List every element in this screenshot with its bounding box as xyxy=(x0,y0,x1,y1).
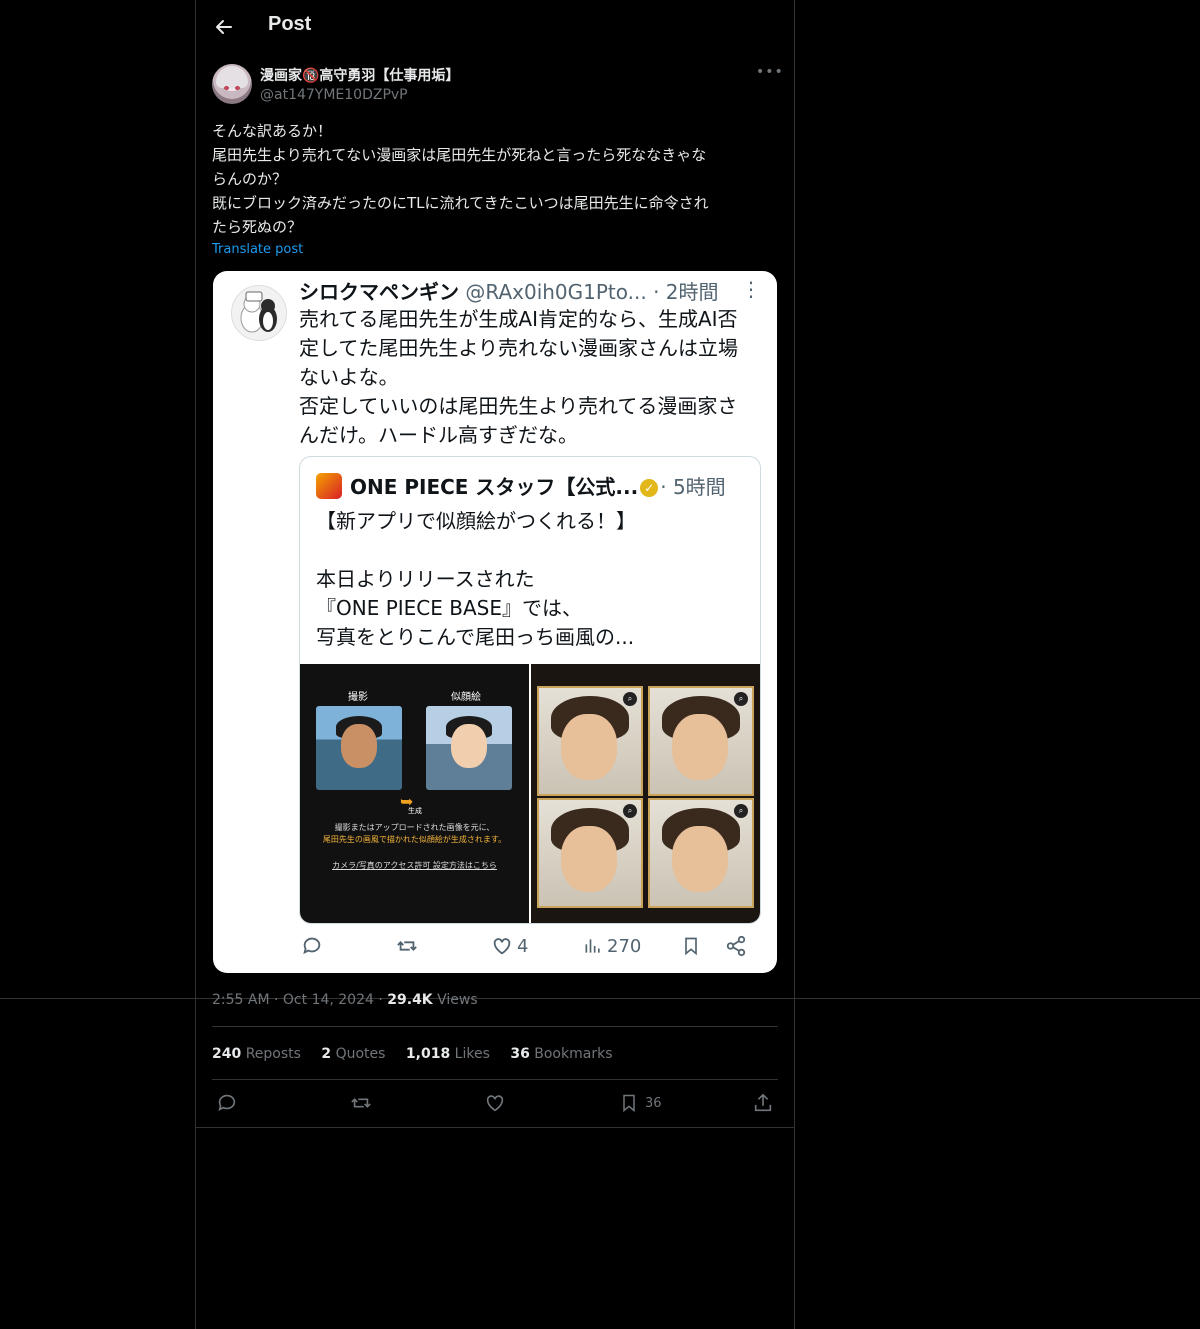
inner-line: 『ONE PIECE BASE』では、 xyxy=(316,596,582,620)
quote-line: んだけ。ハードル高すぎだな。 xyxy=(299,423,578,447)
post-column: Post 漫画家🔞高守勇羽【仕事用垢】 @at147YME10DZPvP •••… xyxy=(195,0,795,1329)
caption-line: 尾田先生の画風で描かれた似顔絵が生成されます。 xyxy=(322,835,507,844)
portrait-tile: ⌕ xyxy=(648,798,754,908)
divider xyxy=(212,1026,778,1027)
quote-time: · 2時間 xyxy=(653,280,719,304)
page-title: Post xyxy=(268,13,312,35)
divider xyxy=(212,1079,778,1080)
share-button[interactable] xyxy=(752,1092,774,1114)
post-line: 尾田先生より売れてない漫画家は尾田先生が死ねと言ったら死ななきゃな xyxy=(212,146,707,164)
quote-line: 定してた尾田先生より売れない漫画家さんは立場 xyxy=(299,336,738,360)
portrait-grid-image: ⌕ ⌕ ⌕ ⌕ xyxy=(531,664,760,923)
post-action-bar: 36 xyxy=(196,1092,794,1118)
more-icon[interactable]: ••• xyxy=(756,64,783,86)
portrait-tile: ⌕ xyxy=(537,686,643,796)
quote-line: 否定していいのは尾田先生より売れてる漫画家さ xyxy=(299,394,738,418)
author-handle[interactable]: @at147YME10DZPvP xyxy=(260,87,408,103)
repost-icon xyxy=(351,1098,371,1108)
post-line: 既にブロック済みだったのにTLに流れてきたこいつは尾田先生に命令され xyxy=(212,194,709,212)
post-time[interactable]: 2:55 AM xyxy=(212,992,270,1008)
caption-link: カメラ/写真のアクセス許可 設定方法はこちら xyxy=(332,861,497,870)
post-text: そんな訳あるか！ 尾田先生より売れてない漫画家は尾田先生が死ねと言ったら死ななき… xyxy=(212,119,782,239)
post-line: たら死ぬの？ xyxy=(212,218,303,236)
quote-bookmark-icon xyxy=(681,935,701,957)
inner-quoted-post: ONE PIECE スタッフ【公式... ✓ · 5時間 【新アプリで似顔絵がつくれ… xyxy=(299,456,761,924)
quote-views: 270 xyxy=(583,935,641,957)
top-bar: Post xyxy=(196,0,794,54)
bookmark-icon xyxy=(623,1094,635,1113)
reposts-stat[interactable]: 240 Reposts xyxy=(212,1046,301,1062)
portrait-label: 似顔絵 xyxy=(451,692,481,703)
caption-line: 撮影またはアップロードされた画像を元に、 xyxy=(334,823,495,832)
quote-line: ないよな。 xyxy=(299,365,399,389)
embedded-screenshot-image[interactable]: シロクマペンギン @RAx0ih0G1Pto... · 2時間 ⋮ 売れてる尾田… xyxy=(213,271,777,973)
quote-repost-icon xyxy=(395,935,419,957)
quote-author-name: シロクマペンギン xyxy=(299,280,459,304)
divider xyxy=(196,1127,794,1128)
inner-text: 【新アプリで似顔絵がつくれる！】 本日よりリリースされた 『ONE PIECE … xyxy=(316,507,756,652)
author-display-name[interactable]: 漫画家🔞高守勇羽【仕事用垢】 xyxy=(260,65,459,85)
real-photo xyxy=(316,706,402,790)
inner-author-name: ONE PIECE スタッフ【公式... xyxy=(350,475,639,499)
reply-icon xyxy=(218,1094,236,1111)
post-line: らんのか？ xyxy=(212,170,288,188)
portrait-tile: ⌕ xyxy=(537,798,643,908)
inner-time: · 5時間 xyxy=(660,475,726,499)
likes-stat[interactable]: 1,018 Likes xyxy=(406,1046,490,1062)
inner-header: ONE PIECE スタッフ【公式... ✓ · 5時間 xyxy=(350,471,726,500)
bookmark-button[interactable]: 36 xyxy=(619,1092,662,1114)
zoom-icon: ⌕ xyxy=(734,692,748,706)
inner-line: 【新アプリで似顔絵がつくれる！】 xyxy=(316,509,636,533)
post-meta: 2:55 AM · Oct 14, 2024 · 29.4K Views xyxy=(212,992,478,1008)
quote-action-bar: 4 270 xyxy=(299,935,765,965)
inner-line: 写真をとりこんで尾田っち画風の... xyxy=(316,625,635,649)
like-button[interactable] xyxy=(484,1092,506,1114)
verified-icon: ✓ xyxy=(640,479,659,497)
views-label: Views xyxy=(437,992,478,1008)
zoom-icon: ⌕ xyxy=(623,804,637,818)
zoom-icon: ⌕ xyxy=(734,804,748,818)
views-count: 29.4K xyxy=(387,992,433,1008)
quote-like: 4 xyxy=(491,935,528,957)
quote-avatar xyxy=(231,285,287,341)
reply-button[interactable] xyxy=(216,1092,238,1114)
like-icon xyxy=(486,1095,504,1112)
quote-views-count: 270 xyxy=(607,935,642,957)
anime-portrait xyxy=(426,706,512,790)
quote-reply-icon xyxy=(301,935,323,957)
photo-label: 撮影 xyxy=(348,692,368,703)
author-avatar[interactable] xyxy=(212,64,252,104)
back-button[interactable] xyxy=(210,13,238,41)
post-line: そんな訳あるか！ xyxy=(212,122,333,140)
quote-line: 売れてる尾田先生が生成AI肯定的なら、生成AI否 xyxy=(299,307,738,331)
back-arrow-icon xyxy=(216,20,232,34)
post-date[interactable]: Oct 14, 2024 xyxy=(283,992,374,1008)
quote-author-handle: @RAx0ih0G1Pto... xyxy=(465,280,647,304)
zoom-icon: ⌕ xyxy=(623,692,637,706)
inner-line xyxy=(316,536,756,565)
quote-text: 売れてる尾田先生が生成AI肯定的なら、生成AI否 定してた尾田先生より売れない漫… xyxy=(299,305,765,450)
translate-post-link[interactable]: Translate post xyxy=(212,242,303,257)
generate-label: 生成 xyxy=(408,807,422,815)
quote-like-count: 4 xyxy=(517,935,529,957)
inner-line: 本日よりリリースされた xyxy=(316,567,535,591)
quotes-stat[interactable]: 2 Quotes xyxy=(321,1046,385,1062)
quote-header: シロクマペンギン @RAx0ih0G1Pto... · 2時間 xyxy=(299,276,719,305)
share-icon xyxy=(754,1093,772,1112)
engagement-stats: 240 Reposts 2 Quotes 1,018 Likes 36 Book… xyxy=(212,1046,628,1062)
quote-share-icon xyxy=(725,935,747,957)
quote-more-icon: ⋮ xyxy=(741,277,761,301)
inner-avatar xyxy=(316,473,342,499)
repost-button[interactable] xyxy=(349,1092,373,1114)
portrait-tile: ⌕ xyxy=(648,686,754,796)
bookmarks-stat[interactable]: 36 Bookmarks xyxy=(510,1046,612,1062)
app-screen-image: 撮影 似顔絵 ➥ 生成 撮影またはアップロードされた画像を元に、 尾田先生の画風… xyxy=(300,664,529,923)
bookmark-count: 36 xyxy=(645,1095,662,1111)
